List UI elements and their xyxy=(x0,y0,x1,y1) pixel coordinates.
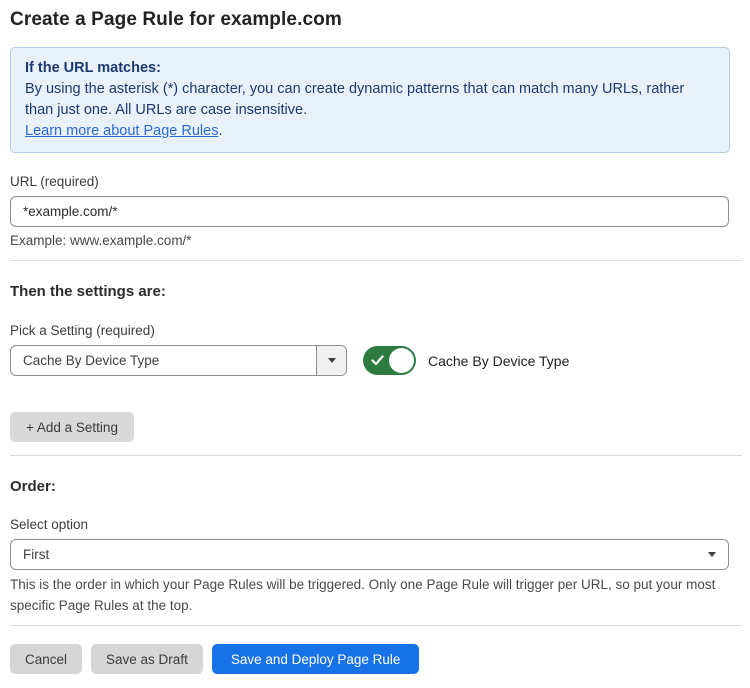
toggle-knob xyxy=(389,348,414,373)
footer-button-row: Cancel Save as Draft Save and Deploy Pag… xyxy=(10,644,742,674)
order-section-heading: Order: xyxy=(10,478,742,496)
pick-setting-label: Pick a Setting (required) xyxy=(10,323,742,339)
divider xyxy=(10,625,742,626)
info-box-heading: If the URL matches: xyxy=(25,58,715,79)
order-select-arrow-area xyxy=(708,540,728,569)
url-field-label: URL (required) xyxy=(10,174,742,190)
divider xyxy=(10,260,742,261)
setting-select[interactable]: Cache By Device Type xyxy=(10,345,347,376)
save-as-draft-button[interactable]: Save as Draft xyxy=(91,644,203,674)
setting-row: Cache By Device Type Cache By Device Typ… xyxy=(10,345,742,376)
url-input[interactable] xyxy=(10,196,729,227)
settings-section-heading: Then the settings are: xyxy=(10,283,742,301)
link-suffix: . xyxy=(218,123,222,139)
order-select[interactable]: First xyxy=(10,539,729,570)
divider xyxy=(10,455,742,456)
order-select-label: Select option xyxy=(10,517,742,533)
setting-select-value: Cache By Device Type xyxy=(11,346,316,375)
check-icon xyxy=(371,355,384,366)
page-title: Create a Page Rule for example.com xyxy=(10,8,742,31)
order-helper-text: This is the order in which your Page Rul… xyxy=(10,574,729,616)
url-match-info-box: If the URL matches: By using the asteris… xyxy=(10,47,730,153)
add-setting-button[interactable]: + Add a Setting xyxy=(10,412,134,442)
info-box-body: By using the asterisk (*) character, you… xyxy=(25,79,715,121)
setting-toggle-label: Cache By Device Type xyxy=(428,353,569,369)
create-page-rule-panel: Create a Page Rule for example.com If th… xyxy=(0,0,750,688)
save-and-deploy-button[interactable]: Save and Deploy Page Rule xyxy=(212,644,420,674)
setting-select-arrow-button[interactable] xyxy=(316,346,346,375)
chevron-down-icon xyxy=(708,552,716,557)
order-select-value: First xyxy=(11,540,708,569)
chevron-down-icon xyxy=(328,358,336,363)
url-example-helper: Example: www.example.com/* xyxy=(10,233,742,249)
setting-toggle[interactable] xyxy=(363,346,416,375)
info-link-line: Learn more about Page Rules. xyxy=(25,121,715,142)
cancel-button[interactable]: Cancel xyxy=(10,644,82,674)
learn-more-link[interactable]: Learn more about Page Rules xyxy=(25,123,218,139)
